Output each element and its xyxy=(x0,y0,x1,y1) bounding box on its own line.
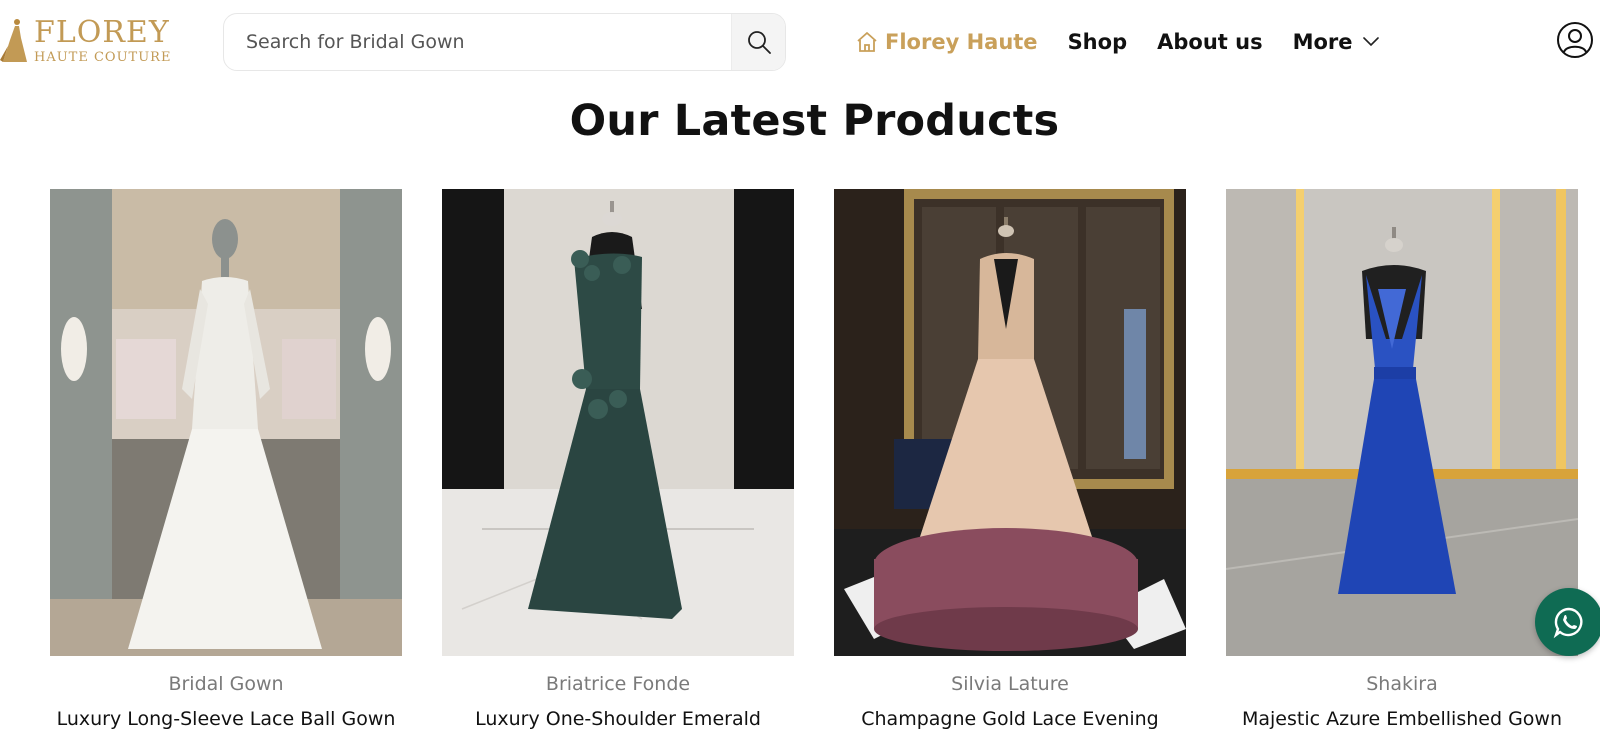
nav-label: More xyxy=(1292,30,1353,54)
search-icon xyxy=(747,31,771,54)
user-circle-icon xyxy=(1557,22,1593,58)
product-image[interactable] xyxy=(442,189,794,656)
nav-item-about-us[interactable]: About us xyxy=(1157,30,1262,54)
nav-item-shop[interactable]: Shop xyxy=(1068,30,1128,54)
product-image[interactable] xyxy=(1226,189,1578,656)
main-nav: Florey Haute Shop About us More xyxy=(855,20,1409,64)
nav-item-more[interactable]: More xyxy=(1293,30,1379,54)
product-image[interactable] xyxy=(834,189,1186,656)
product-brand: Bridal Gown xyxy=(168,673,284,695)
logo-title: FLOREY xyxy=(34,15,170,50)
whatsapp-button[interactable] xyxy=(1535,588,1600,656)
search-input[interactable] xyxy=(246,14,726,70)
product-brand: Shakira xyxy=(1366,673,1438,695)
product-brand: Silvia Lature xyxy=(951,673,1069,695)
nav-label: About us xyxy=(1157,30,1263,54)
product-name[interactable]: Majestic Azure Embellished Gown xyxy=(1206,708,1598,730)
nav-label: Shop xyxy=(1067,30,1128,54)
search-button[interactable] xyxy=(731,14,785,70)
whatsapp-icon xyxy=(1553,607,1583,639)
site-header: FLOREY HAUTE COUTURE Florey Haute Shop xyxy=(0,0,1600,82)
nav-label: Florey Haute xyxy=(885,30,1038,54)
product-name[interactable]: Champagne Gold Lace Evening xyxy=(814,708,1206,730)
dress-logo-icon xyxy=(0,19,27,62)
nav-item-florey-haute[interactable]: Florey Haute xyxy=(855,30,1038,54)
chevron-down-icon xyxy=(1362,37,1379,47)
logo-subtitle: HAUTE COUTURE xyxy=(34,50,172,65)
product-brand: Briatrice Fonde xyxy=(545,673,691,695)
product-name[interactable]: Luxury One-Shoulder Emerald xyxy=(422,708,814,730)
section-title: Our Latest Products xyxy=(569,96,1060,146)
brand-logo[interactable]: FLOREY HAUTE COUTURE xyxy=(0,14,200,70)
account-button[interactable] xyxy=(1556,21,1594,59)
search-bar xyxy=(223,13,786,71)
product-name[interactable]: Luxury Long-Sleeve Lace Ball Gown xyxy=(30,708,422,730)
product-image[interactable] xyxy=(50,189,402,656)
home-icon xyxy=(855,30,879,54)
